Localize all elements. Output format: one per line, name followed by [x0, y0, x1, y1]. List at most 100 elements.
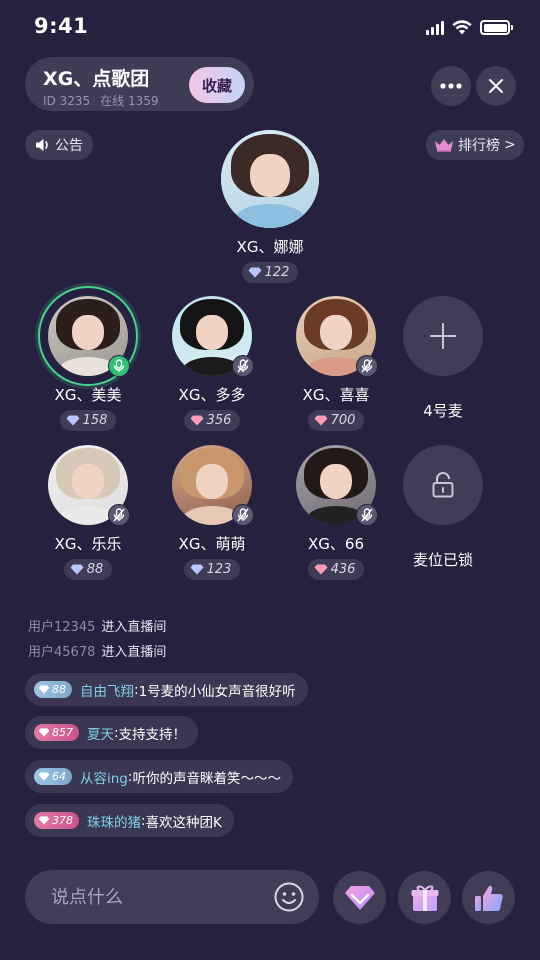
locked-seat[interactable]: [403, 445, 483, 525]
chat-text: 听你的声音眯着笑～～～: [132, 770, 281, 787]
chat-text: 1号麦的小仙女声音很好听: [138, 683, 296, 700]
mic-seat[interactable]: XG、萌萌 123: [157, 445, 267, 580]
level-badge: 857: [34, 724, 79, 741]
diamond-icon: [314, 564, 328, 575]
close-button[interactable]: [476, 66, 516, 106]
gem-value: 356: [206, 413, 232, 428]
diamond-icon: [190, 564, 204, 575]
rank-button[interactable]: 排行榜 >: [426, 130, 524, 160]
plus-icon: [430, 323, 456, 349]
room-online-count: 在线 1359: [100, 94, 159, 108]
mic-seat[interactable]: XG、喜喜 700: [281, 296, 391, 431]
seat-avatar[interactable]: [296, 296, 378, 377]
level-badge: 64: [34, 768, 72, 785]
speaker-icon: [36, 139, 48, 151]
host-avatar[interactable]: [221, 130, 319, 228]
seat-name: XG、乐乐: [54, 535, 122, 553]
room-id: ID 3235: [43, 94, 91, 108]
notice-button[interactable]: 公告: [25, 130, 93, 160]
seat-avatar[interactable]: [172, 445, 254, 526]
mic-seat[interactable]: 麦位已锁: [388, 445, 498, 570]
seat-name: XG、66: [308, 535, 364, 553]
seat-name: XG、萌萌: [178, 535, 246, 553]
diamond-icon: [70, 564, 84, 575]
seat-gem-count: 88: [63, 559, 113, 580]
mic-seat[interactable]: XG、乐乐 88: [33, 445, 143, 580]
seat-avatar[interactable]: [38, 286, 138, 386]
gem-button[interactable]: [333, 871, 386, 924]
room-name: XG、点歌团: [43, 68, 150, 90]
status-time: 9:41: [34, 14, 89, 38]
diamond-icon: [38, 685, 50, 694]
diamond-icon: [248, 267, 262, 278]
diamond-icon: [190, 415, 204, 426]
gem-icon: [344, 885, 375, 910]
mic-muted-icon: [108, 504, 130, 526]
battery-icon: [480, 20, 513, 35]
chat-input-box[interactable]: [25, 870, 319, 924]
notice-label: 公告: [55, 138, 83, 154]
mic-seat[interactable]: 4号麦: [388, 296, 498, 421]
status-icons: [426, 20, 513, 35]
mic-seat[interactable]: XG、多多 356: [157, 296, 267, 431]
seat-name: XG、多多: [178, 386, 246, 404]
seat-name: 麦位已锁: [412, 551, 473, 569]
chat-message[interactable]: 88 自由飞翔:1号麦的小仙女声音很好听: [25, 673, 308, 706]
chat-message[interactable]: 857 夏天: 支持支持！: [25, 716, 199, 749]
chat-username[interactable]: 珠珠的猪: [87, 811, 141, 831]
seat-gem-count: 123: [183, 559, 241, 580]
gem-value: 436: [330, 562, 356, 577]
seat-name: XG、美美: [54, 386, 122, 404]
favorite-button[interactable]: 收藏: [189, 67, 245, 103]
seat-avatar[interactable]: [296, 445, 378, 526]
chat-text: 支持支持！: [118, 726, 187, 743]
crown-icon: [435, 139, 453, 152]
lock-icon: [432, 472, 454, 498]
level-badge: 378: [34, 812, 79, 829]
mic-muted-icon: [232, 504, 254, 526]
seat-avatar[interactable]: [172, 296, 254, 377]
emoji-icon[interactable]: [273, 881, 305, 913]
wifi-icon: [452, 20, 472, 35]
mic-seat[interactable]: XG、66 436: [281, 445, 391, 580]
gift-button[interactable]: [398, 871, 451, 924]
rank-label: 排行榜: [458, 138, 500, 154]
level-badge: 88: [34, 681, 72, 698]
mic-muted-icon: [356, 504, 378, 526]
gem-value: 88: [86, 562, 104, 577]
like-button[interactable]: [462, 871, 515, 924]
seat-name: XG、喜喜: [302, 386, 370, 404]
gem-value: 700: [330, 413, 356, 428]
chat-input[interactable]: [51, 886, 251, 908]
seat-avatar[interactable]: [48, 445, 130, 526]
chat-text: 喜欢这种团K: [145, 814, 222, 831]
diamond-icon: [38, 772, 50, 781]
mic-seat[interactable]: XG、美美 158: [33, 286, 143, 431]
more-button[interactable]: [431, 66, 471, 106]
like-icon: [474, 885, 503, 911]
diamond-icon: [66, 415, 80, 426]
system-message: 用户12345 进入直播间: [28, 620, 167, 635]
mic-on-icon: [108, 355, 130, 377]
chat-username[interactable]: 从容ing: [80, 767, 128, 787]
mic-muted-icon: [232, 355, 254, 377]
seat-gem-count: 700: [307, 410, 365, 431]
signal-icon: [426, 20, 444, 35]
host-name: XG、娜娜: [236, 238, 304, 256]
close-icon: [489, 79, 503, 93]
seat-gem-count: 356: [183, 410, 241, 431]
more-icon: [440, 83, 462, 89]
mic-muted-icon: [356, 355, 378, 377]
gem-value: 158: [82, 413, 108, 428]
chat-message[interactable]: 64 从容ing: 听你的声音眯着笑～～～: [25, 760, 293, 793]
chat-message[interactable]: 378 珠珠的猪: 喜欢这种团K: [25, 804, 234, 837]
empty-seat[interactable]: [403, 296, 483, 376]
host-seat[interactable]: XG、娜娜 122: [215, 130, 325, 283]
system-message: 用户45678 进入直播间: [28, 645, 167, 660]
diamond-icon: [38, 728, 50, 737]
chat-username[interactable]: 自由飞翔: [80, 680, 134, 700]
chat-username[interactable]: 夏天: [87, 723, 114, 743]
chevron-right-icon: >: [504, 137, 516, 153]
seat-gem-count: 436: [307, 559, 365, 580]
room-meta: ID 3235 在线 1359: [43, 92, 159, 109]
